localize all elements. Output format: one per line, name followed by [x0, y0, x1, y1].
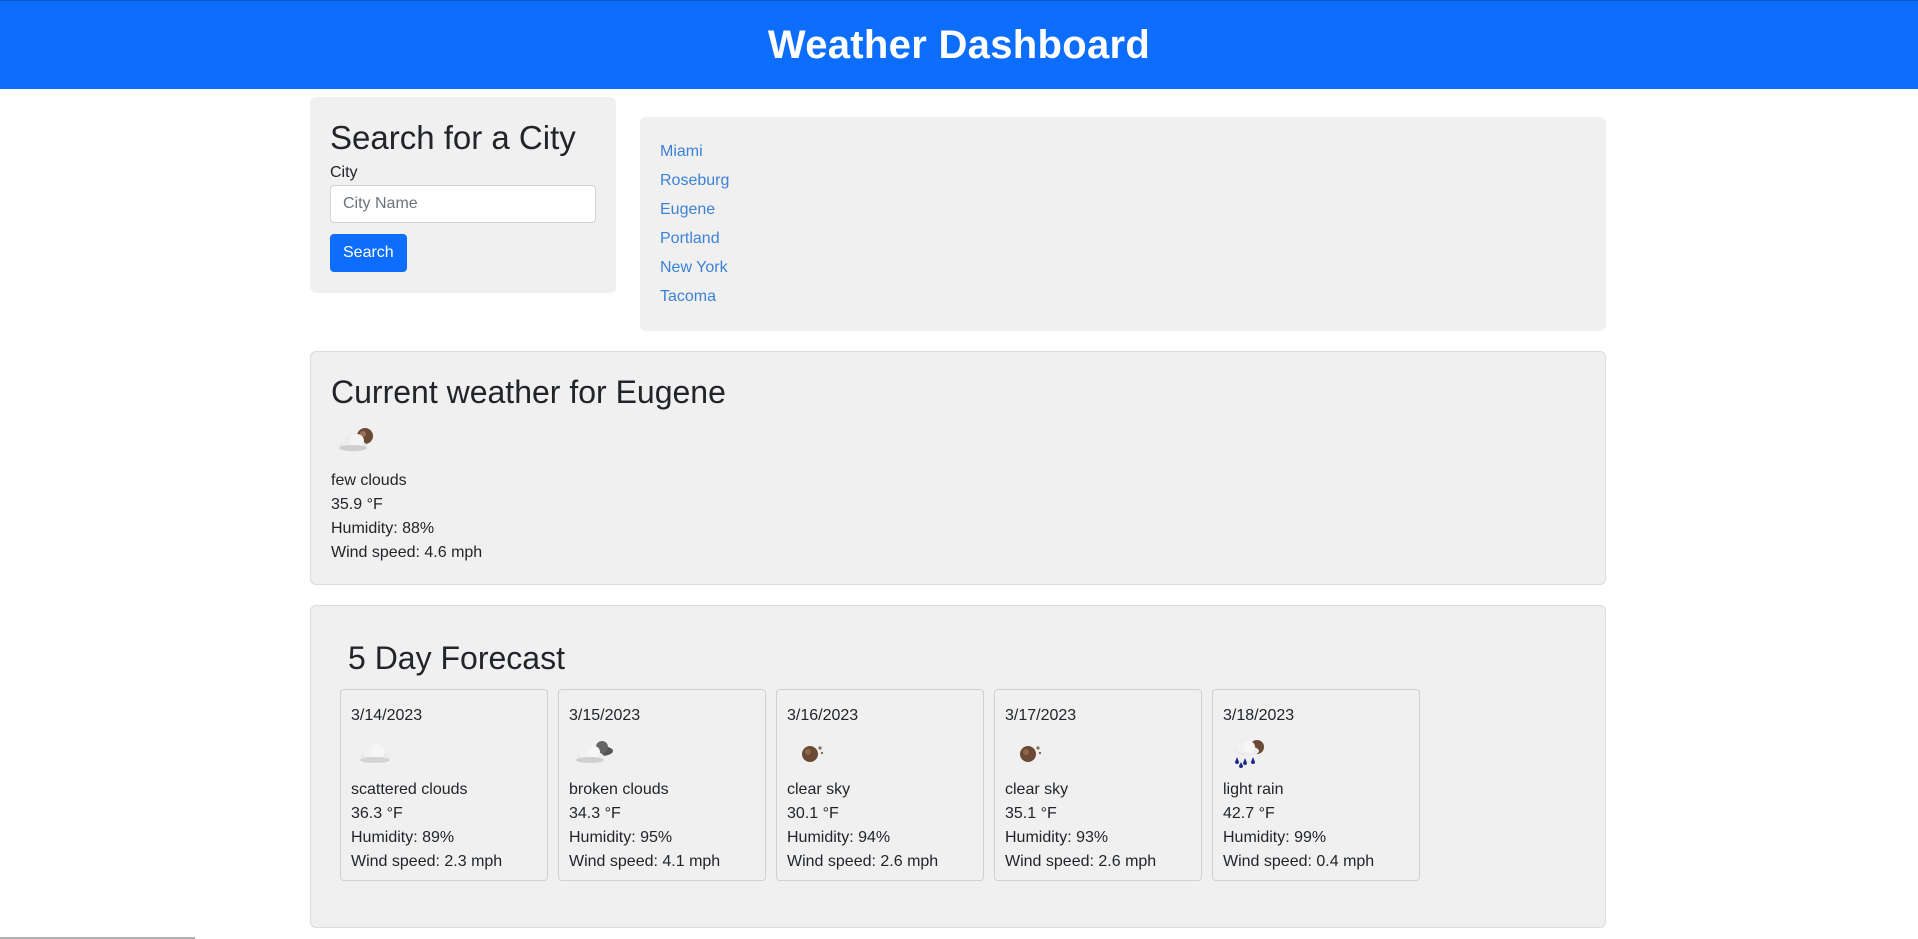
app-header: Weather Dashboard [0, 0, 1918, 89]
light-rain-icon [1223, 728, 1409, 778]
current-temperature: 35.9 °F [331, 496, 383, 513]
forecast-description: broken clouds [569, 781, 669, 798]
forecast-card: 3/17/2023 clear sky 35.1 °F Humidity: 93… [994, 689, 1202, 881]
history-link[interactable]: Tacoma [660, 288, 716, 305]
search-title: Search for a City [330, 119, 576, 156]
current-humidity: Humidity: 88% [331, 520, 435, 537]
forecast-temperature: 30.1 °F [787, 805, 839, 822]
history-item-tacoma: Tacoma [660, 282, 1586, 311]
current-wind-speed: Wind speed: 4.6 mph [331, 544, 483, 561]
current-description: few clouds [331, 472, 407, 489]
forecast-description: scattered clouds [351, 781, 468, 798]
forecast-card: 3/15/2023 broken clouds 34.3 °F Humidity… [558, 689, 766, 881]
city-search-input[interactable] [330, 185, 596, 223]
forecast-description: light rain [1223, 781, 1284, 798]
few-clouds-icon [331, 411, 1585, 469]
page-title: Weather Dashboard [767, 22, 1151, 67]
history-link[interactable]: Roseburg [660, 172, 729, 189]
forecast-date: 3/16/2023 [787, 707, 859, 724]
current-weather-title: Current weather for Eugene [331, 374, 726, 410]
forecast-panel: 5 Day Forecast 3/14/2023 scattered cloud… [310, 605, 1606, 928]
forecast-title: 5 Day Forecast [348, 640, 565, 676]
history-link[interactable]: Eugene [660, 201, 715, 218]
clear-sky-night-icon [787, 728, 973, 778]
forecast-cards: 3/14/2023 scattered clouds 36.3 °F Humid… [340, 689, 1576, 881]
forecast-humidity: Humidity: 99% [1223, 829, 1327, 846]
search-history-list: Miami Roseburg Eugene Portland New York … [660, 137, 1586, 311]
forecast-description: clear sky [787, 781, 851, 798]
forecast-wind-speed: Wind speed: 2.3 mph [351, 853, 503, 870]
forecast-humidity: Humidity: 95% [569, 829, 673, 846]
history-link[interactable]: Miami [660, 143, 703, 160]
forecast-date: 3/17/2023 [1005, 707, 1077, 724]
history-link[interactable]: Portland [660, 230, 720, 247]
forecast-temperature: 34.3 °F [569, 805, 621, 822]
scattered-clouds-icon [351, 728, 537, 778]
forecast-date: 3/15/2023 [569, 707, 641, 724]
broken-clouds-icon [569, 728, 755, 778]
forecast-temperature: 36.3 °F [351, 805, 403, 822]
forecast-humidity: Humidity: 89% [351, 829, 455, 846]
history-item-miami: Miami [660, 137, 1586, 166]
forecast-humidity: Humidity: 93% [1005, 829, 1109, 846]
current-weather-panel: Current weather for Eugene few clouds 35… [310, 351, 1606, 585]
history-item-new-york: New York [660, 253, 1586, 282]
forecast-date: 3/14/2023 [351, 707, 423, 724]
forecast-temperature: 35.1 °F [1005, 805, 1057, 822]
history-item-portland: Portland [660, 224, 1586, 253]
history-item-roseburg: Roseburg [660, 166, 1586, 195]
clear-sky-night-icon [1005, 728, 1191, 778]
search-button[interactable]: Search [330, 234, 407, 272]
forecast-wind-speed: Wind speed: 4.1 mph [569, 853, 721, 870]
forecast-card: 3/18/2023 light rain 42.7 °F Humidity: 9… [1212, 689, 1420, 881]
forecast-wind-speed: Wind speed: 2.6 mph [1005, 853, 1157, 870]
search-panel: Search for a City City Search [310, 97, 616, 293]
forecast-wind-speed: Wind speed: 2.6 mph [787, 853, 939, 870]
history-item-eugene: Eugene [660, 195, 1586, 224]
forecast-wind-speed: Wind speed: 0.4 mph [1223, 853, 1375, 870]
forecast-card: 3/14/2023 scattered clouds 36.3 °F Humid… [340, 689, 548, 881]
history-link[interactable]: New York [660, 259, 728, 276]
forecast-card: 3/16/2023 clear sky 30.1 °F Humidity: 94… [776, 689, 984, 881]
search-history-panel: Miami Roseburg Eugene Portland New York … [640, 117, 1606, 331]
forecast-description: clear sky [1005, 781, 1069, 798]
city-label: City [330, 164, 358, 181]
forecast-date: 3/18/2023 [1223, 707, 1295, 724]
forecast-humidity: Humidity: 94% [787, 829, 891, 846]
forecast-temperature: 42.7 °F [1223, 805, 1275, 822]
